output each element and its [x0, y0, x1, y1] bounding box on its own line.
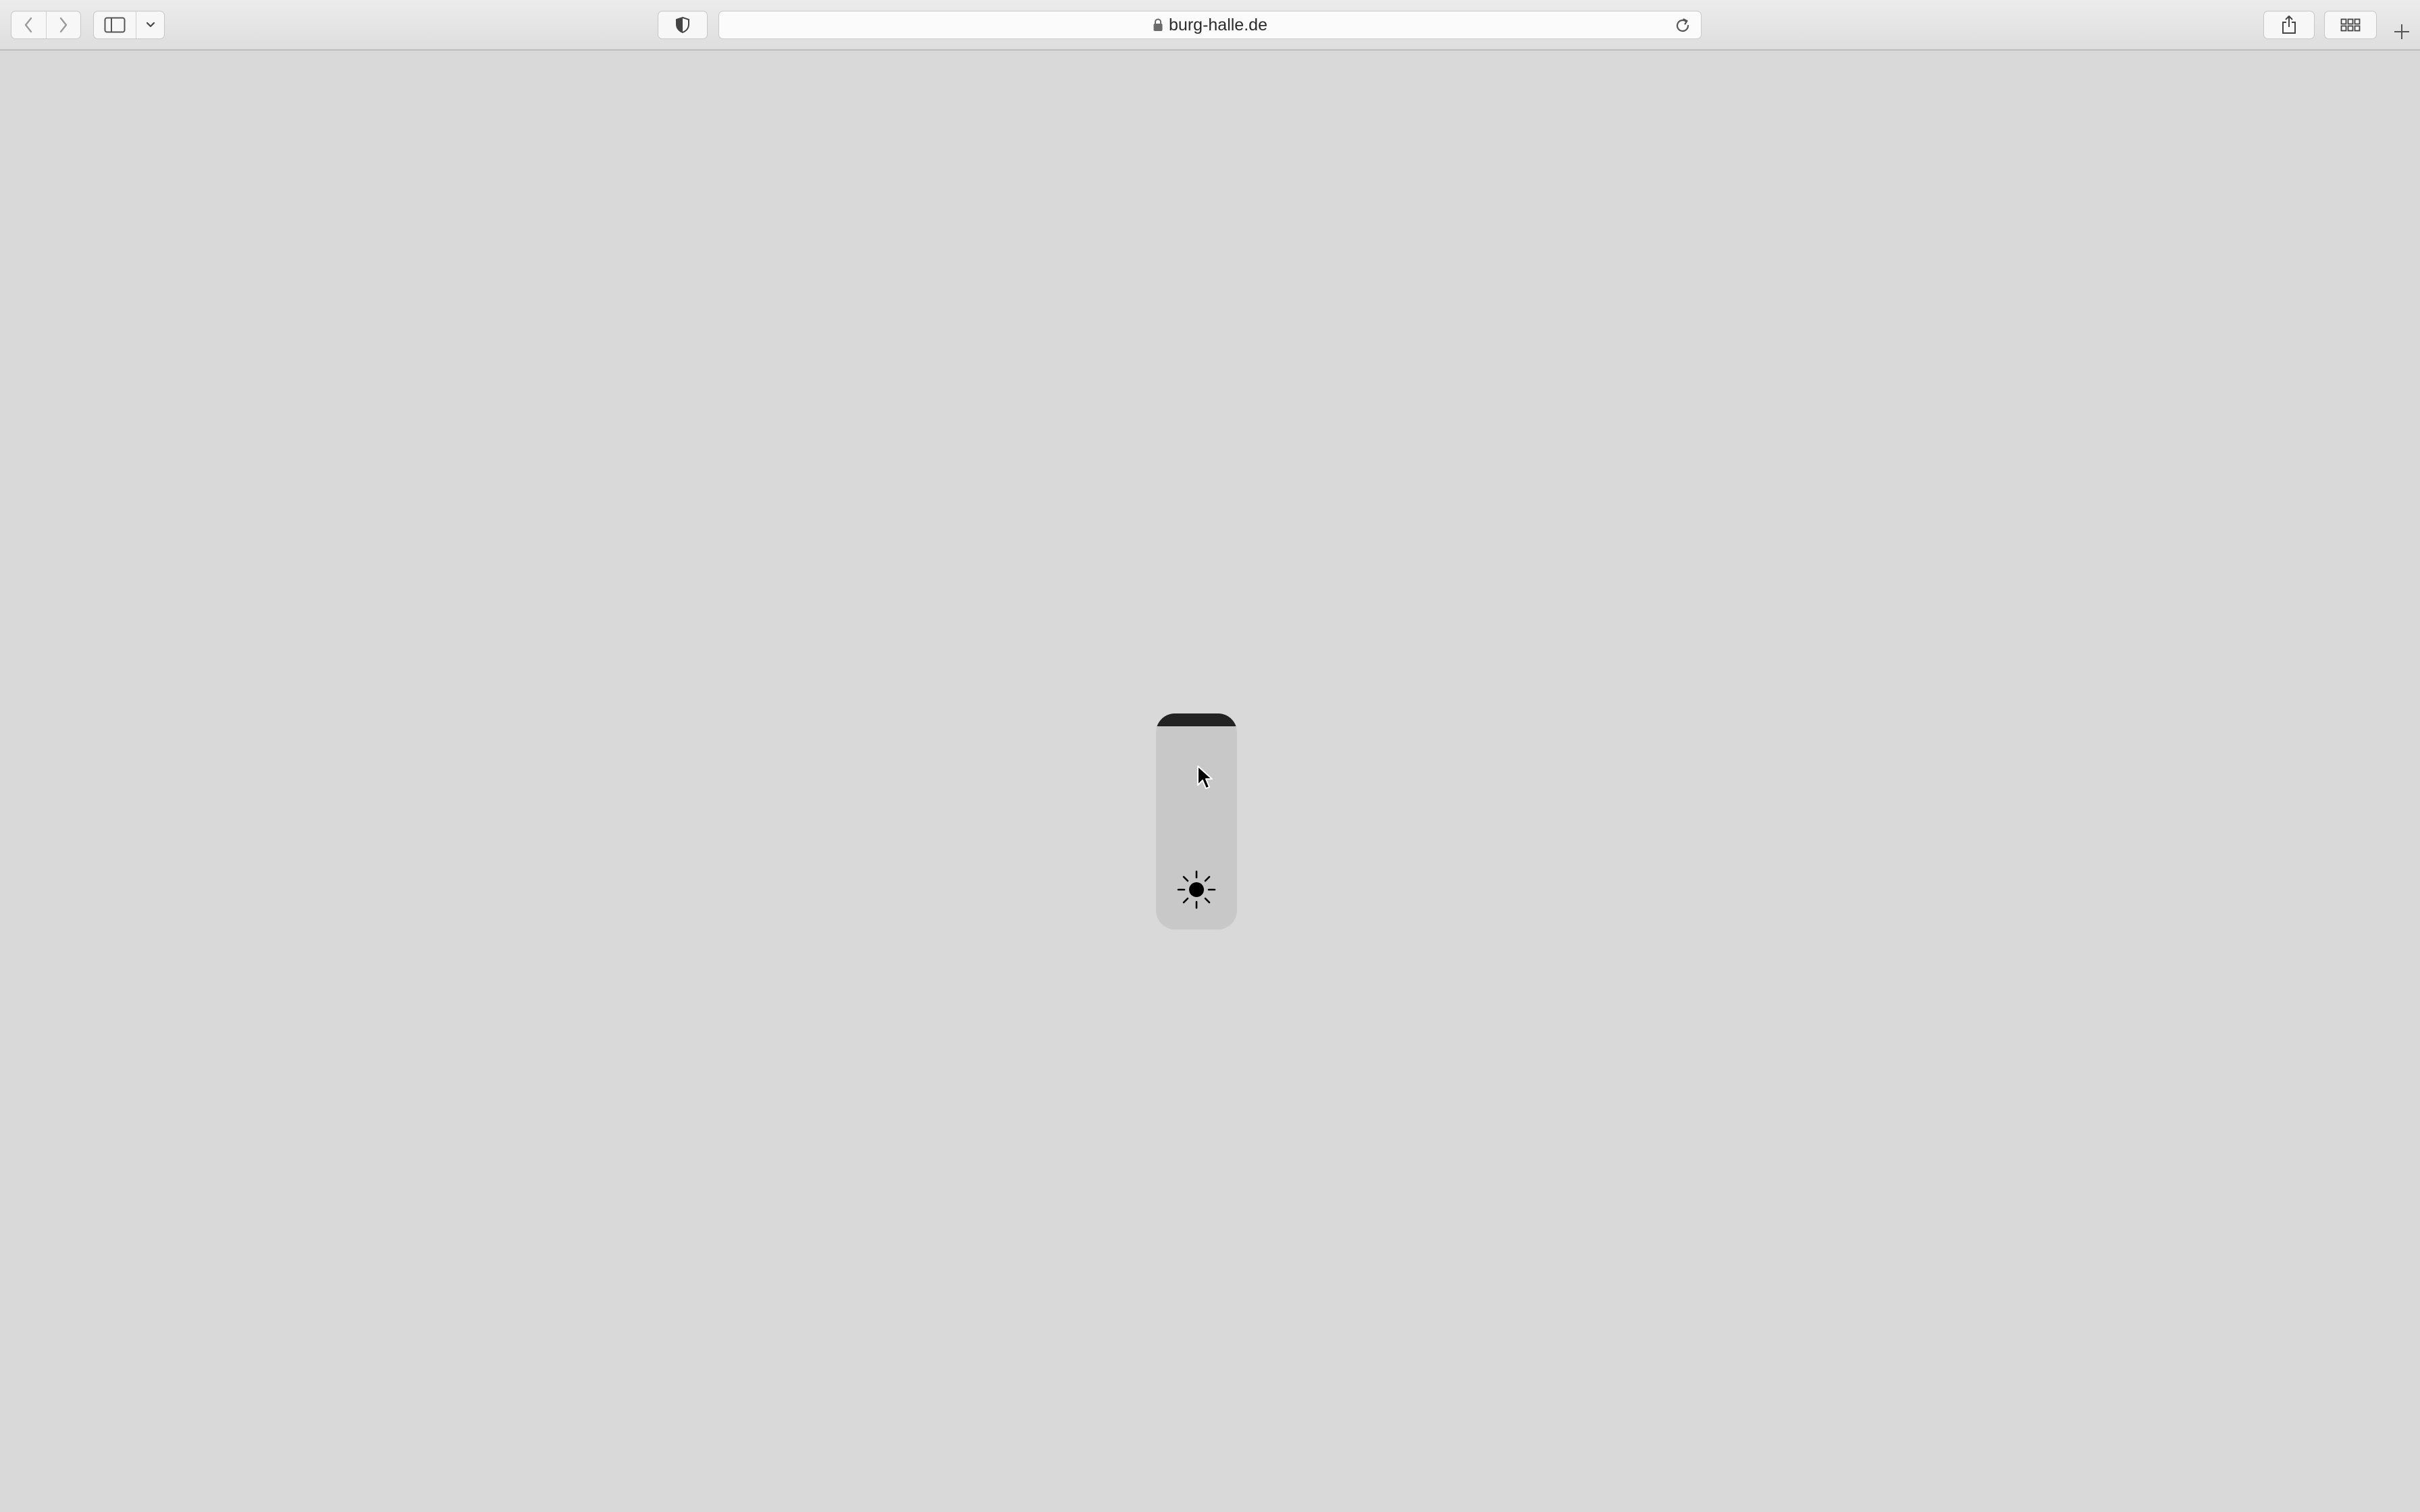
- sidebar-button[interactable]: [94, 11, 136, 38]
- slider-fill: [1156, 713, 1237, 727]
- tab-overview-icon: [2340, 18, 2361, 32]
- browser-toolbar: burg-halle.de: [0, 0, 2420, 51]
- shield-icon: [676, 16, 689, 34]
- lock-icon: [1153, 18, 1163, 31]
- reload-icon: [1676, 18, 1689, 32]
- forward-button[interactable]: [45, 11, 81, 38]
- navigation-buttons: [11, 11, 81, 39]
- brightness-slider[interactable]: [1156, 713, 1237, 929]
- share-button[interactable]: [2263, 11, 2315, 39]
- share-icon: [2282, 16, 2296, 34]
- sidebar-menu-button[interactable]: [136, 11, 164, 38]
- sidebar-icon: [104, 17, 126, 33]
- new-tab-button[interactable]: [2386, 16, 2417, 47]
- chevron-right-icon: [59, 17, 67, 33]
- chevron-left-icon: [25, 17, 32, 33]
- privacy-report-button[interactable]: [658, 11, 708, 39]
- address-display: burg-halle.de: [719, 11, 1701, 38]
- address-bar[interactable]: burg-halle.de: [718, 11, 1702, 39]
- reload-button[interactable]: [1674, 17, 1691, 38]
- url-text: burg-halle.de: [1169, 15, 1267, 34]
- sun-icon-wrapper: [1176, 869, 1217, 913]
- chevron-down-icon: [146, 22, 155, 28]
- tab-overview-button[interactable]: [2324, 11, 2377, 39]
- sun-icon: [1177, 870, 1216, 909]
- plus-icon: [2394, 24, 2409, 39]
- back-button[interactable]: [11, 11, 46, 38]
- sidebar-controls: [93, 11, 165, 39]
